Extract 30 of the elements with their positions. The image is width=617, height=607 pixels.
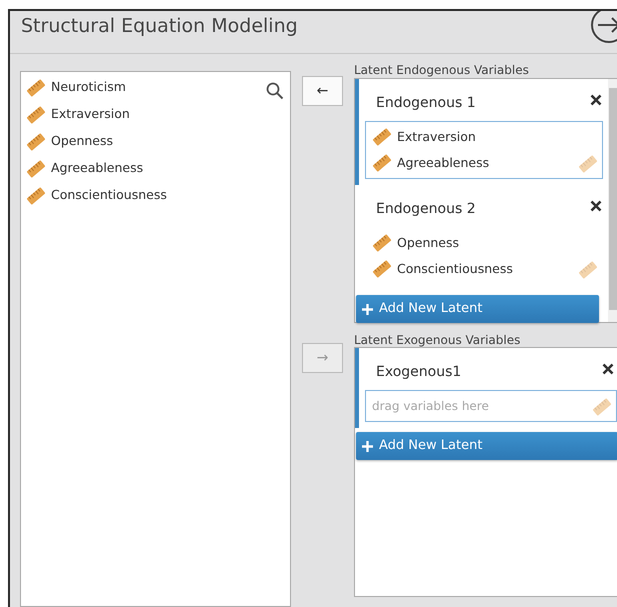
- variable-label[interactable]: Extraversion: [51, 105, 130, 124]
- plus-icon: [362, 304, 373, 314]
- variable-label[interactable]: Conscientiousness: [397, 260, 513, 278]
- variable-label[interactable]: Extraversion: [397, 128, 476, 146]
- latent-name: Endogenous 1: [376, 94, 476, 113]
- latent-card[interactable]: Endogenous 2 Openness Conscientiousness: [355, 185, 608, 291]
- window-title: Structural Equation Modeling: [21, 14, 298, 39]
- variable-label[interactable]: Agreeableness: [397, 154, 490, 172]
- latent-card[interactable]: Exogenous1 drag variables here: [355, 348, 617, 428]
- placeholder-text: drag variables here: [372, 398, 489, 415]
- close-icon[interactable]: [602, 362, 614, 375]
- search-icon[interactable]: [266, 82, 284, 100]
- drop-area[interactable]: Openness Conscientiousness: [365, 227, 603, 285]
- variable-label[interactable]: Conscientiousness: [51, 186, 167, 205]
- add-latent-button[interactable]: Add New Latent: [356, 432, 617, 460]
- variable-label[interactable]: Openness: [51, 132, 114, 151]
- add-latent-button[interactable]: Add New Latent: [356, 295, 599, 323]
- plus-icon: [362, 440, 373, 452]
- close-icon[interactable]: [590, 94, 602, 106]
- latent-name: Exogenous1: [376, 363, 462, 382]
- group-label: Latent Exogenous Variables: [354, 332, 522, 348]
- variable-label[interactable]: Agreeableness: [51, 159, 144, 178]
- drop-area[interactable]: Extraversion Agreeableness: [365, 121, 603, 179]
- group-label: Latent Endogenous Variables: [354, 62, 530, 78]
- scrollbar[interactable]: [608, 79, 617, 322]
- transfer-button[interactable]: ←: [302, 76, 343, 106]
- variable-label[interactable]: Neuroticism: [51, 78, 126, 97]
- latent-name: Endogenous 2: [376, 200, 476, 219]
- close-icon[interactable]: [590, 200, 602, 212]
- variable-label[interactable]: Openness: [397, 234, 460, 252]
